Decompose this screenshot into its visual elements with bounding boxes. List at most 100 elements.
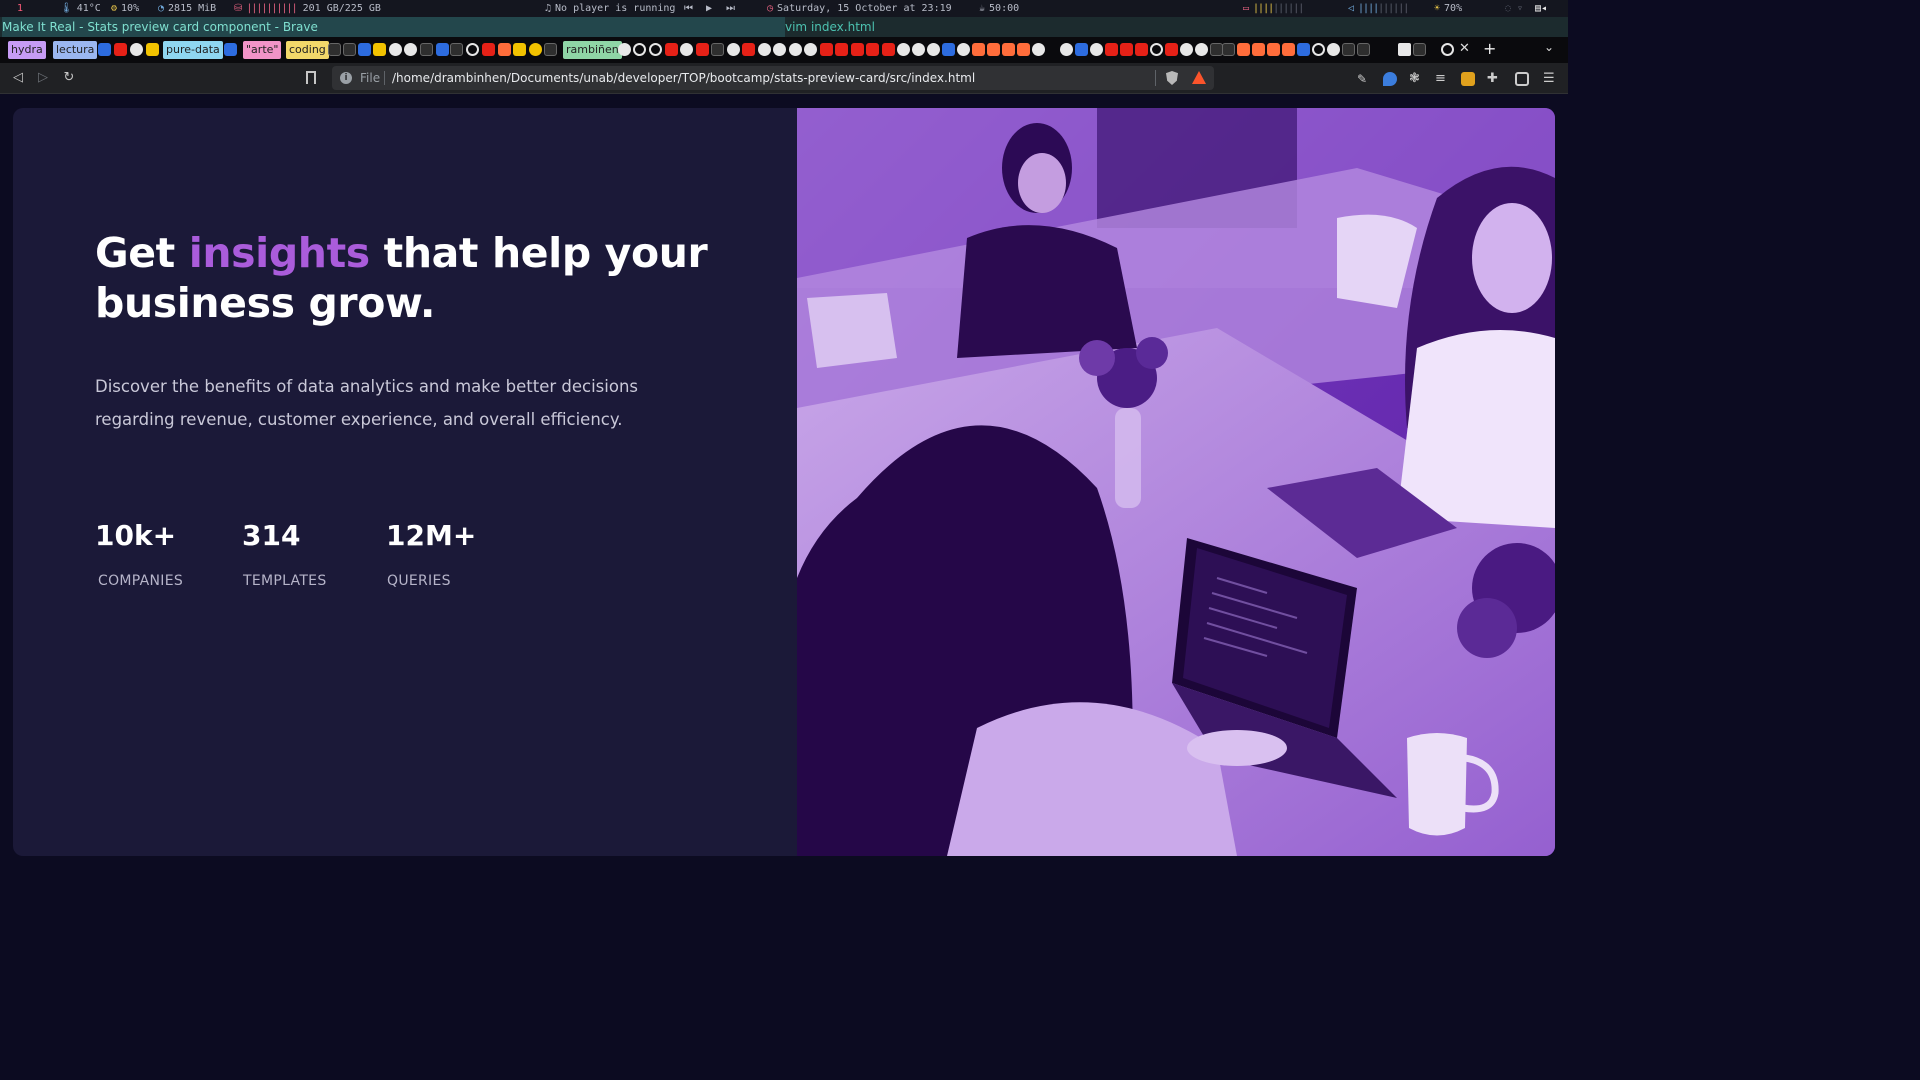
site-favicon-icon[interactable] [789, 43, 802, 56]
close-tab-icon[interactable]: ✕ [1459, 41, 1470, 56]
youtube-favicon-icon[interactable] [742, 43, 755, 56]
github-favicon-icon[interactable] [1150, 43, 1163, 56]
site-favicon-icon[interactable] [498, 43, 511, 56]
google-favicon-icon[interactable] [1327, 43, 1340, 56]
site-favicon-icon[interactable] [957, 43, 970, 56]
site-favicon-icon[interactable] [1398, 43, 1411, 56]
workspace-indicator[interactable]: 1 [17, 0, 23, 17]
site-favicon-icon[interactable] [942, 43, 955, 56]
back-arrow-icon[interactable]: ◁ [8, 68, 28, 88]
site-favicon-icon[interactable] [711, 43, 724, 56]
site-favicon-icon[interactable] [450, 43, 463, 56]
bookmark-icon[interactable] [306, 71, 316, 84]
site-favicon-icon[interactable] [436, 43, 449, 56]
mastodon-favicon-icon[interactable] [98, 43, 111, 56]
pen-extension-icon[interactable]: ✎ [1357, 72, 1371, 86]
site-favicon-icon[interactable] [1267, 43, 1280, 56]
youtube-favicon-icon[interactable] [114, 43, 127, 56]
youtube-favicon-icon[interactable] [835, 43, 848, 56]
tab-list-chevron-down-icon[interactable]: ⌄ [1544, 40, 1554, 54]
site-favicon-icon[interactable] [927, 43, 940, 56]
site-favicon-icon[interactable] [1252, 43, 1265, 56]
site-favicon-icon[interactable] [328, 43, 341, 56]
youtube-favicon-icon[interactable] [882, 43, 895, 56]
site-favicon-icon[interactable] [758, 43, 771, 56]
site-favicon-icon[interactable] [987, 43, 1000, 56]
tab-group-hydra[interactable]: hydra [8, 41, 46, 59]
tab-group-coding[interactable]: coding [286, 41, 329, 59]
site-favicon-icon[interactable] [773, 43, 786, 56]
reload-icon[interactable]: ↻ [59, 68, 79, 88]
site-favicon-icon[interactable] [529, 43, 542, 56]
site-favicon-icon[interactable] [727, 43, 740, 56]
tab-group-lectura[interactable]: lectura [53, 41, 98, 59]
extension-icon[interactable] [1383, 72, 1397, 86]
youtube-favicon-icon[interactable] [1135, 43, 1148, 56]
site-favicon-icon[interactable] [1282, 43, 1295, 56]
site-favicon-icon[interactable] [972, 43, 985, 56]
tab-group-pure-data[interactable]: pure-data [163, 41, 223, 59]
site-favicon-icon[interactable] [373, 43, 386, 56]
youtube-favicon-icon[interactable] [851, 43, 864, 56]
youtube-favicon-icon[interactable] [482, 43, 495, 56]
site-favicon-icon[interactable] [1090, 43, 1103, 56]
github-favicon-icon[interactable] [466, 43, 479, 56]
youtube-favicon-icon[interactable] [866, 43, 879, 56]
tray-icon[interactable]: ◌ ▿ [1505, 0, 1523, 17]
puzzle-extensions-icon[interactable]: ✚ [1487, 72, 1501, 86]
site-favicon-icon[interactable] [1222, 43, 1235, 56]
volume-indicator[interactable]: ◁ |||||||||| [1348, 0, 1409, 17]
github-favicon-icon[interactable] [1312, 43, 1325, 56]
site-favicon-icon[interactable] [618, 43, 631, 56]
site-favicon-icon[interactable] [1237, 43, 1250, 56]
site-favicon-icon[interactable] [1017, 43, 1030, 56]
github-favicon-icon[interactable] [649, 43, 662, 56]
url-text[interactable]: /home/drambinhen/Documents/unab/develope… [392, 66, 975, 90]
tab-group-rambinen[interactable]: rambiñen [563, 41, 622, 59]
reader-mode-icon[interactable]: ≡ [1435, 72, 1449, 86]
brightness-indicator[interactable]: ☀ 70% [1434, 0, 1462, 17]
youtube-favicon-icon[interactable] [820, 43, 833, 56]
site-favicon-icon[interactable] [680, 43, 693, 56]
site-favicon-icon[interactable] [1032, 43, 1045, 56]
new-tab-plus-icon[interactable]: + [1483, 39, 1496, 58]
site-favicon-icon[interactable] [1060, 43, 1073, 56]
site-favicon-icon[interactable] [404, 43, 417, 56]
site-favicon-icon[interactable] [1180, 43, 1193, 56]
site-favicon-icon[interactable] [1342, 43, 1355, 56]
site-favicon-icon[interactable] [343, 43, 356, 56]
youtube-favicon-icon[interactable] [696, 43, 709, 56]
menu-hamburger-icon[interactable]: ☰ [1543, 72, 1557, 86]
site-favicon-icon[interactable] [224, 43, 237, 56]
site-favicon-icon[interactable] [1413, 43, 1426, 56]
site-favicon-icon[interactable] [1075, 43, 1088, 56]
github-favicon-icon[interactable] [633, 43, 646, 56]
settings-extension-icon[interactable]: ❃ [1409, 72, 1423, 86]
site-favicon-icon[interactable] [130, 43, 143, 56]
youtube-favicon-icon[interactable] [1105, 43, 1118, 56]
brave-rewards-icon[interactable] [1192, 71, 1206, 84]
site-info-icon[interactable]: i [340, 72, 352, 84]
site-favicon-icon[interactable] [544, 43, 557, 56]
site-favicon-icon[interactable] [804, 43, 817, 56]
wallet-icon[interactable] [1515, 72, 1529, 86]
address-bar[interactable]: i File /home/drambinhen/Documents/unab/d… [332, 66, 1214, 90]
forward-arrow-icon[interactable]: ▷ [33, 68, 53, 88]
notifications-icon[interactable]: ▤◂ [1535, 0, 1547, 17]
next-track-icon[interactable]: ⏭ [726, 0, 735, 17]
youtube-favicon-icon[interactable] [1165, 43, 1178, 56]
site-favicon-icon[interactable] [1297, 43, 1310, 56]
pomodoro-timer[interactable]: ☕ 50:00 [979, 0, 1019, 17]
play-icon[interactable]: ▶ [706, 0, 712, 17]
site-favicon-icon[interactable] [513, 43, 526, 56]
google-favicon-icon[interactable] [146, 43, 159, 56]
site-favicon-icon[interactable] [1357, 43, 1370, 56]
brave-shields-icon[interactable] [1166, 71, 1178, 85]
site-favicon-icon[interactable] [912, 43, 925, 56]
github-favicon-icon[interactable] [1441, 43, 1454, 56]
site-favicon-icon[interactable] [420, 43, 433, 56]
site-favicon-icon[interactable] [897, 43, 910, 56]
previous-track-icon[interactable]: ⏮ [684, 0, 693, 17]
site-favicon-icon[interactable] [1195, 43, 1208, 56]
youtube-favicon-icon[interactable] [1120, 43, 1133, 56]
